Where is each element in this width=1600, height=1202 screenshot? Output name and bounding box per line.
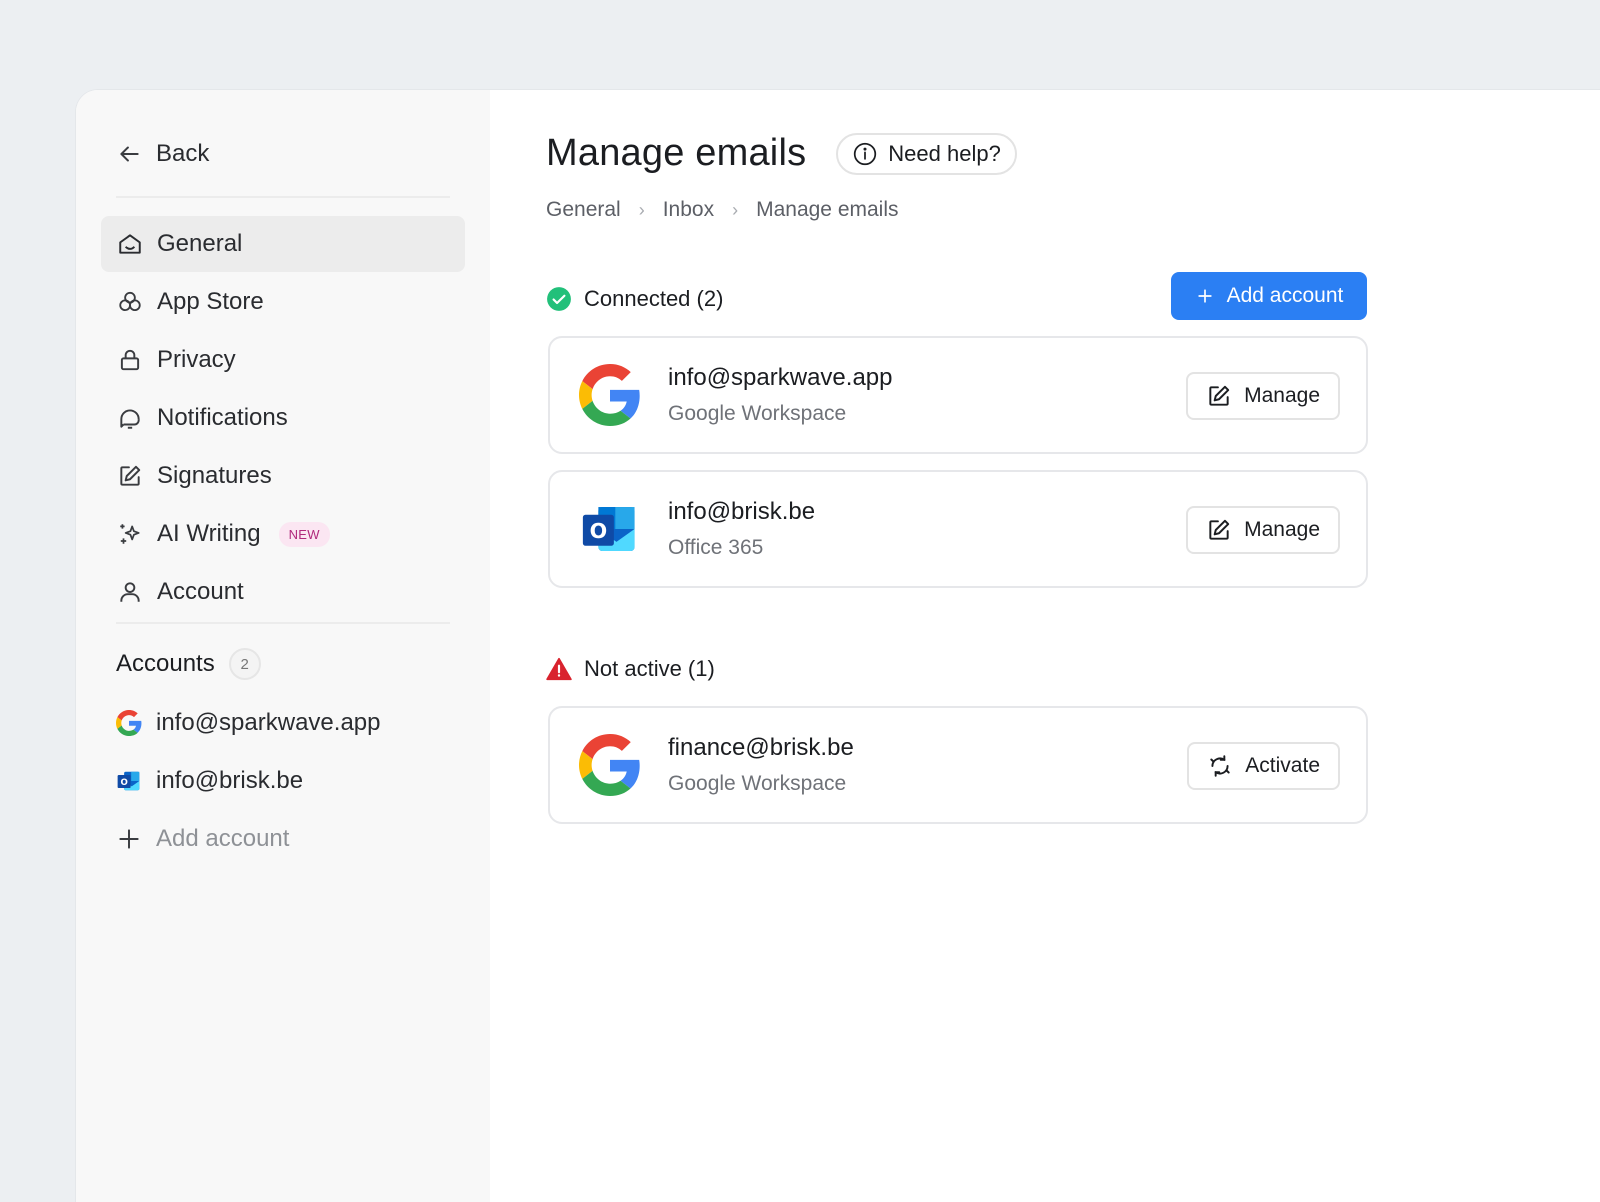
chevron-right-icon: › <box>638 199 645 220</box>
sidebar-account-item[interactable]: O info@brisk.be <box>116 752 456 810</box>
back-button[interactable]: Back <box>116 134 209 174</box>
account-provider: Google Workspace <box>668 402 847 425</box>
activate-button[interactable]: Activate <box>1187 742 1340 790</box>
sidebar-item-label: Signatures <box>157 462 272 489</box>
account-provider: Office 365 <box>668 536 764 559</box>
back-label: Back <box>156 140 210 167</box>
manage-button-label: Manage <box>1244 518 1320 541</box>
breadcrumb-general[interactable]: General <box>546 198 621 222</box>
lock-icon <box>117 347 143 373</box>
sidebar-account-item[interactable]: info@sparkwave.app <box>116 694 456 752</box>
accounts-title: Accounts <box>116 650 215 677</box>
accounts-header: Accounts 2 <box>116 648 261 680</box>
svg-text:O: O <box>120 778 127 788</box>
add-account-button-label: Add account <box>1226 284 1344 307</box>
account-email: finance@brisk.be <box>668 734 854 761</box>
activate-button-label: Activate <box>1245 754 1320 777</box>
google-logo <box>578 733 642 797</box>
sidebar-nav: General App Store Privacy Notifications <box>101 216 465 622</box>
outlook-icon: O <box>116 768 142 794</box>
home-icon <box>117 231 143 257</box>
add-account-label: Add account <box>156 825 290 852</box>
account-card: O info@brisk.be Office 365 Manage <box>548 470 1368 588</box>
external-edit-icon <box>1206 517 1232 543</box>
accounts-list: info@sparkwave.app O info@brisk.be Add a… <box>116 694 456 868</box>
sidebar-item-label: Notifications <box>157 404 288 431</box>
sidebar-account-email: info@brisk.be <box>156 767 304 794</box>
need-help-label: Need help? <box>888 140 1001 166</box>
account-info: info@sparkwave.app Google Workspace <box>668 364 892 426</box>
page-title: Manage emails <box>546 132 807 174</box>
account-email: info@brisk.be <box>668 498 816 525</box>
need-help-button[interactable]: Need help? <box>836 132 1017 175</box>
account-email: info@sparkwave.app <box>668 364 893 391</box>
edit-icon <box>117 463 143 489</box>
apps-icon <box>117 289 143 315</box>
sidebar-item-notifications[interactable]: Notifications <box>101 390 465 446</box>
breadcrumb-inbox[interactable]: Inbox <box>663 198 714 222</box>
user-icon <box>117 579 143 605</box>
manage-button[interactable]: Manage <box>1186 506 1340 554</box>
sidebar-item-privacy[interactable]: Privacy <box>101 332 465 388</box>
settings-window: Back General App Store Privacy Notificat… <box>76 90 1600 1202</box>
account-card: info@sparkwave.app Google Workspace Mana… <box>548 336 1368 454</box>
svg-text:O: O <box>590 519 608 543</box>
sidebar-account-email: info@sparkwave.app <box>156 709 381 736</box>
google-icon <box>116 710 142 736</box>
outlook-logo: O <box>578 497 642 561</box>
sidebar-item-label: Privacy <box>157 346 236 373</box>
manage-button[interactable]: Manage <box>1186 372 1340 420</box>
sidebar-add-account[interactable]: Add account <box>116 810 456 868</box>
warning-icon <box>546 656 572 682</box>
sidebar-item-ai-writing[interactable]: AI Writing NEW <box>101 506 465 562</box>
connected-label: Connected (2) <box>584 286 724 311</box>
title-row: Manage emails Need help? <box>546 132 1017 175</box>
connected-section-header: Connected (2) <box>546 286 723 312</box>
sidebar-item-label: Account <box>157 578 244 605</box>
account-info: info@brisk.be Office 365 <box>668 498 815 560</box>
account-info: finance@brisk.be Google Workspace <box>668 734 854 796</box>
breadcrumb: General › Inbox › Manage emails <box>546 198 899 222</box>
sidebar-item-label: General <box>157 230 243 257</box>
reconnect-icon <box>1207 753 1233 779</box>
arrow-left-icon <box>116 141 142 167</box>
chevron-right-icon: › <box>732 199 739 220</box>
new-badge: NEW <box>278 521 330 547</box>
sidebar-item-label: AI Writing <box>157 520 261 547</box>
check-circle-icon <box>546 286 572 312</box>
account-card: finance@brisk.be Google Workspace Activa… <box>548 706 1368 824</box>
sidebar-item-app-store[interactable]: App Store <box>101 274 465 330</box>
sidebar-item-account[interactable]: Account <box>101 564 465 620</box>
breadcrumb-manage-emails: Manage emails <box>756 198 899 221</box>
inactive-label: Not active (1) <box>584 656 715 681</box>
plus-icon <box>116 826 142 852</box>
sidebar-item-signatures[interactable]: Signatures <box>101 448 465 504</box>
add-account-button[interactable]: Add account <box>1171 272 1367 320</box>
sidebar: Back General App Store Privacy Notificat… <box>76 90 490 1202</box>
main-content: Manage emails Need help? General › Inbox… <box>490 90 1600 1202</box>
info-icon <box>852 141 878 167</box>
sidebar-divider <box>116 622 450 624</box>
bell-icon <box>117 405 143 431</box>
sidebar-item-label: App Store <box>157 288 264 315</box>
plus-icon <box>1195 286 1215 306</box>
sparkles-icon <box>117 521 143 547</box>
inactive-section-header: Not active (1) <box>546 656 715 682</box>
sidebar-item-general[interactable]: General <box>101 216 465 272</box>
sidebar-divider <box>116 196 450 198</box>
manage-button-label: Manage <box>1244 384 1320 407</box>
external-edit-icon <box>1206 383 1232 409</box>
account-provider: Google Workspace <box>668 772 847 795</box>
accounts-count-badge: 2 <box>228 648 261 680</box>
google-logo <box>578 363 642 427</box>
